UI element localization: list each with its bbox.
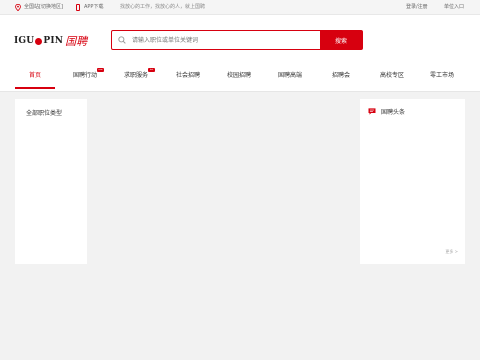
tab-label: 首页: [29, 72, 42, 79]
tab-label: 社会招聘: [176, 72, 201, 79]
tab-label: 招聘会: [332, 72, 351, 79]
headlines-panel: 国聘头条 更多 >: [360, 99, 465, 264]
logo-chinese-mark: 国聘: [65, 35, 88, 48]
tab-job-services[interactable]: 求职服务 hot: [124, 68, 156, 92]
headlines-title: 国聘头条: [381, 109, 406, 116]
message-icon: [368, 108, 376, 115]
site-logo[interactable]: IGU PIN 国聘: [14, 33, 104, 49]
tab-guopin-premium[interactable]: 国聘高端: [278, 68, 302, 92]
slogan-text: 找放心的工作，找放心的人，就上国聘: [120, 4, 206, 10]
search-bar: 搜索: [111, 30, 363, 50]
location-switch[interactable]: 全国站[切换地区]: [15, 0, 63, 15]
tab-university-zone[interactable]: 高校专区: [380, 68, 404, 92]
logo-dot-icon: [35, 37, 43, 45]
new-badge: new: [97, 68, 105, 72]
tab-gig-market[interactable]: 零工市场: [430, 68, 454, 92]
headlines-header: 国聘头条: [368, 107, 405, 116]
tab-guopin-action[interactable]: 国聘行动 new: [73, 68, 105, 92]
tab-job-fair[interactable]: 招聘会: [332, 68, 350, 92]
app-download-link[interactable]: APP下载: [76, 0, 103, 15]
tab-label: 零工市场: [430, 72, 455, 79]
job-category-panel: 全部职位类型: [15, 99, 87, 264]
active-tab-indicator: [15, 87, 55, 89]
tab-social-recruitment[interactable]: 社会招聘: [176, 68, 200, 92]
search-button[interactable]: 搜索: [320, 31, 362, 49]
login-register-link[interactable]: 登录/注册: [406, 0, 428, 15]
hot-badge: hot: [148, 68, 156, 72]
tab-label: 求职服务: [124, 72, 149, 79]
logo-text-left: IGU: [14, 36, 35, 46]
app-download-label: APP下载: [84, 4, 104, 10]
corporate-entry-link[interactable]: 单位入口: [444, 0, 464, 15]
tab-campus-recruitment[interactable]: 校园招聘: [227, 68, 251, 92]
more-link[interactable]: 更多 >: [445, 249, 458, 255]
header: IGU PIN 国聘 搜索 首页 国聘行动 new 求职服务 hot 社会招聘: [0, 15, 480, 92]
tab-label: 国聘高端: [278, 72, 303, 79]
logo-text-right: PIN: [43, 36, 64, 46]
tab-label: 校园招聘: [227, 72, 252, 79]
main-nav: 首页 国聘行动 new 求职服务 hot 社会招聘 校园招聘 国聘高端 招聘会 …: [0, 68, 480, 92]
tab-label: 国聘行动: [73, 72, 98, 79]
search-icon: [112, 31, 132, 49]
location-pin-icon: [15, 4, 21, 11]
phone-icon: [76, 4, 80, 11]
top-bar: 全国站[切换地区] APP下载 找放心的工作，找放心的人，就上国聘 登录/注册 …: [0, 0, 480, 15]
job-category-title[interactable]: 全部职位类型: [26, 108, 62, 117]
search-input[interactable]: [132, 31, 320, 49]
tab-label: 高校专区: [380, 72, 405, 79]
location-label: 全国站[切换地区]: [24, 4, 63, 10]
